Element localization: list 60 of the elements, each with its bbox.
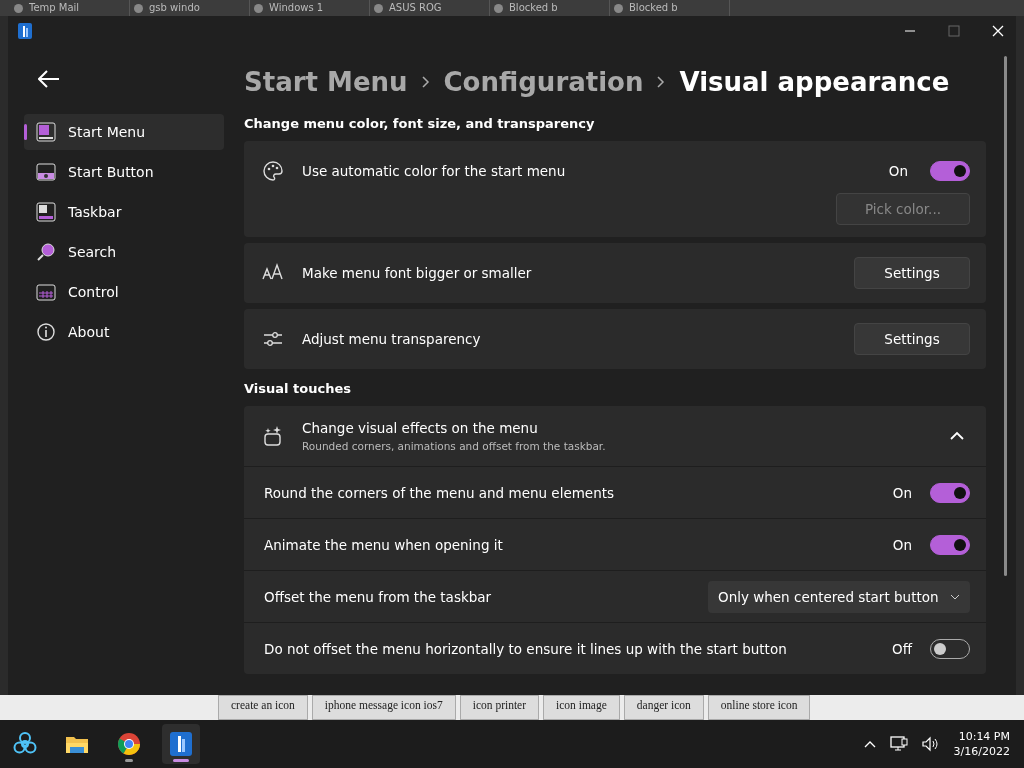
sidebar-item[interactable]: Taskbar — [24, 194, 224, 230]
start-menu-icon — [36, 122, 56, 142]
sidebar-item[interactable]: Start Button — [24, 154, 224, 190]
clock-time[interactable]: 10:14 PM — [958, 730, 1010, 743]
breadcrumb-link[interactable]: Start Menu — [244, 67, 408, 97]
search-tag[interactable]: icon image — [543, 695, 620, 720]
close-icon[interactable] — [992, 25, 1004, 37]
section-heading: Change menu color, font size, and transparency — [244, 116, 596, 131]
chevron-icon — [421, 76, 430, 88]
chevron-down-icon — [950, 593, 960, 600]
start-button-icon — [36, 162, 56, 182]
biohazard-icon — [12, 731, 38, 757]
section-heading: Visual touches — [244, 381, 352, 396]
sidebar-item[interactable]: Start Menu — [24, 114, 224, 150]
toggle-state-text: On — [892, 536, 912, 553]
palette-icon — [262, 160, 284, 182]
toggle-state-text: Off — [892, 640, 912, 657]
toggle-switch[interactable] — [930, 161, 970, 181]
toggle-switch[interactable] — [930, 482, 970, 503]
search-tag[interactable]: online store icon — [707, 695, 811, 720]
search-tag[interactable]: create an icon — [218, 695, 308, 720]
clock-date[interactable]: 3/16/2022 — [953, 745, 1010, 758]
toggle-switch[interactable] — [930, 534, 970, 555]
sparkle-icon — [262, 425, 284, 447]
info-icon — [36, 322, 56, 342]
setting-label: Change visual effects on the menu — [302, 420, 539, 436]
chevron-icon — [657, 76, 666, 88]
taskbar-app[interactable] — [162, 724, 200, 764]
search-tag[interactable]: danger icon — [623, 695, 704, 720]
dropdown[interactable]: Only when centered start button — [708, 580, 970, 613]
volume-icon[interactable] — [921, 736, 940, 752]
app-icon — [18, 23, 32, 39]
setting-label: Animate the menu when opening it — [264, 536, 504, 553]
search-icon — [36, 242, 56, 262]
search-tag[interactable]: icon printer — [459, 695, 540, 720]
app-icon — [168, 731, 194, 757]
settings-button[interactable]: Settings — [854, 323, 970, 355]
setting-label: Offset the menu from the taskbar — [264, 588, 493, 605]
sidebar-item[interactable]: Search — [24, 234, 224, 270]
sidebar-item[interactable]: About — [24, 314, 224, 350]
setting-label: Adjust menu transparency — [302, 331, 482, 347]
taskbar-icon — [36, 202, 56, 222]
setting-label: Do not offset the menu horizontally to ensure it lines up with the start button — [264, 640, 788, 657]
breadcrumb-link[interactable]: Configuration — [443, 67, 644, 97]
page-title: Visual appearance — [679, 67, 950, 97]
search-tag[interactable]: iphone message icon ios7 — [311, 695, 456, 720]
collapse-chevron-icon[interactable] — [950, 431, 964, 441]
setting-label: Use automatic color for the start menu — [302, 163, 567, 179]
network-icon[interactable] — [889, 736, 908, 752]
toggle-state-text: On — [892, 484, 912, 501]
back-arrow-icon[interactable] — [38, 70, 60, 88]
setting-label: Make menu font bigger or smaller — [302, 265, 533, 281]
toggle-state-text: On — [888, 163, 908, 179]
chevron-up-icon[interactable] — [863, 740, 876, 748]
settings-button[interactable]: Settings — [854, 257, 970, 289]
setting-label: Round the corners of the menu and menu elements — [264, 484, 616, 501]
browser-icon — [116, 731, 142, 757]
sidebar-item[interactable]: Control — [24, 274, 224, 310]
setting-description: Rounded corners, animations and offset from the taskbar. — [302, 440, 607, 452]
keyboard-icon — [36, 282, 56, 302]
